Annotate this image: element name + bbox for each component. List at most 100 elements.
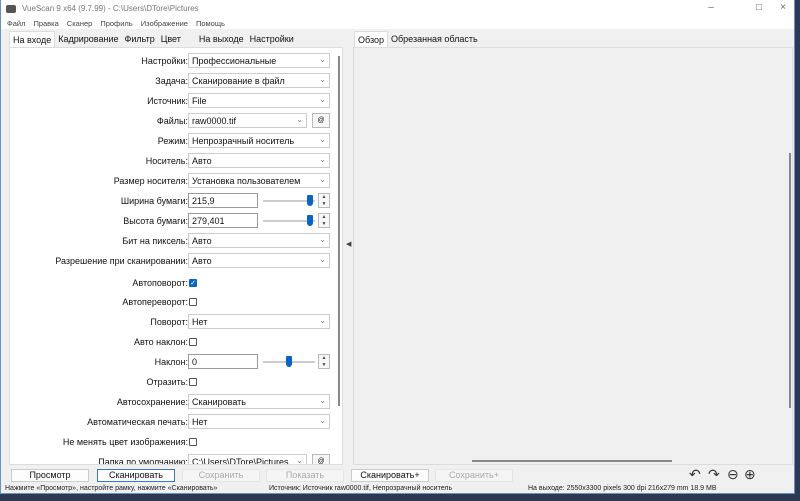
media-value: Авто — [192, 156, 212, 166]
tab-preview[interactable]: Обзор — [354, 31, 388, 47]
autoflip-checkbox[interactable] — [189, 298, 197, 306]
save-button[interactable]: Сохранить — [182, 469, 260, 482]
skew-slider[interactable] — [263, 356, 315, 367]
resolution-label: Разрешение при сканировании: — [55, 256, 188, 266]
settings-label: Настройки: — [141, 56, 188, 66]
row-default-folder: Папка по умолчанию: C:\Users\DTore\Pictur… — [10, 454, 340, 464]
scan-plus-button[interactable]: Сканировать+ — [351, 469, 429, 482]
task-select[interactable]: Сканирование в файл ⌄ — [188, 73, 330, 88]
chevron-down-icon: ⌄ — [319, 235, 326, 244]
preview-button[interactable]: Просмотр — [11, 469, 89, 482]
tab-cropped[interactable]: Обрезанная область — [388, 31, 481, 47]
autoskew-checkbox[interactable] — [189, 338, 197, 346]
skew-input[interactable]: 0 — [188, 354, 258, 369]
close-icon[interactable]: × — [773, 2, 793, 13]
keep-color-checkbox[interactable] — [189, 438, 197, 446]
row-files: Файлы: raw0000.tif ⌄ @ — [10, 113, 340, 129]
autosave-select[interactable]: Сканировать ⌄ — [188, 394, 330, 409]
chevron-down-icon: ⌄ — [319, 155, 326, 164]
row-autorotate: Автоповорот: ✓ — [10, 275, 340, 291]
tab-filter[interactable]: Фильтр — [121, 31, 157, 47]
row-autoflip: Автопереворот: — [10, 294, 340, 310]
resolution-select[interactable]: Авто ⌄ — [188, 253, 330, 268]
row-rotation: Поворот: Нет ⌄ — [10, 314, 340, 330]
tab-output[interactable]: На выходе — [196, 31, 247, 47]
default-folder-browse-button[interactable]: @ — [312, 454, 330, 464]
paper-height-label: Высота бумаги: — [123, 216, 188, 226]
menu-profile[interactable]: Профиль — [100, 19, 132, 28]
source-value: File — [192, 96, 207, 106]
left-scrollbar[interactable] — [338, 56, 340, 406]
menu-edit[interactable]: Правка — [33, 19, 58, 28]
bits-label: Бит на пиксель: — [122, 236, 188, 246]
row-paper-height: Высота бумаги: 279,401 ▲ ▼ — [10, 213, 340, 229]
autorotate-checkbox[interactable]: ✓ — [189, 279, 197, 287]
slider-thumb[interactable] — [306, 195, 313, 206]
menu-help[interactable]: Помощь — [196, 19, 225, 28]
tab-crop[interactable]: Кадрирование — [55, 31, 121, 47]
preview-vertical-scrollbar[interactable] — [789, 153, 791, 408]
menu-file[interactable]: Файл — [7, 19, 25, 28]
paper-width-spinner[interactable]: ▲ ▼ — [318, 193, 330, 208]
menu-scanner[interactable]: Сканер — [67, 19, 93, 28]
autoprint-select[interactable]: Нет ⌄ — [188, 414, 330, 429]
paper-height-spinner[interactable]: ▲ ▼ — [318, 213, 330, 228]
paper-height-slider[interactable] — [263, 215, 315, 226]
rotation-label: Поворот: — [150, 317, 188, 327]
scan-button[interactable]: Сканировать — [97, 469, 175, 482]
files-browse-button[interactable]: @ — [312, 113, 330, 128]
row-mirror: Отразить: — [10, 374, 340, 390]
rotation-value: Нет — [192, 317, 208, 327]
tab-color[interactable]: Цвет — [158, 31, 184, 47]
default-folder-select[interactable]: C:\Users\DTore\Pictures ⌄ — [188, 454, 307, 464]
collapse-arrow-icon[interactable]: ◀ — [346, 240, 351, 248]
row-skew: Наклон: 0 ▲ ▼ — [10, 354, 340, 370]
source-select[interactable]: File ⌄ — [188, 93, 330, 108]
files-value: raw0000.tif — [192, 116, 237, 126]
rotation-select[interactable]: Нет ⌄ — [188, 314, 330, 329]
row-autoprint: Автоматическая печать: Нет ⌄ — [10, 414, 340, 430]
preview-horizontal-scrollbar[interactable] — [472, 460, 672, 462]
files-label: Файлы: — [156, 116, 188, 126]
media-size-select[interactable]: Установка пользователем ⌄ — [188, 173, 330, 188]
row-keep-color: Не менять цвет изображения: — [10, 434, 340, 450]
rotate-right-icon[interactable]: ↷ — [708, 466, 720, 483]
chevron-down-icon: ⌄ — [319, 396, 326, 405]
keep-color-label: Не менять цвет изображения: — [62, 437, 188, 447]
autosave-value: Сканировать — [192, 397, 246, 407]
show-button[interactable]: Показать — [266, 469, 344, 482]
source-label: Источник: — [147, 96, 188, 106]
slider-thumb[interactable] — [286, 356, 292, 367]
autorotate-label: Автоповорот: — [132, 278, 188, 288]
save-plus-button[interactable]: Сохранить+ — [435, 469, 513, 482]
zoom-in-icon[interactable]: ⊕ — [744, 466, 756, 483]
chevron-down-icon: ⌄ — [319, 255, 326, 264]
files-select[interactable]: raw0000.tif ⌄ — [188, 113, 307, 128]
row-task: Задача: Сканирование в файл ⌄ — [10, 73, 340, 89]
media-select[interactable]: Авто ⌄ — [188, 153, 330, 168]
tab-prefs[interactable]: Настройки — [247, 31, 297, 47]
window-title: VueScan 9 x64 (9.7.99) - C:\Users\DTore\… — [22, 4, 199, 13]
paper-height-input[interactable]: 279,401 — [188, 213, 258, 228]
maximize-icon[interactable]: □ — [749, 2, 769, 13]
menu-bar: Файл Правка Сканер Профиль Изображение П… — [1, 17, 794, 29]
mirror-label: Отразить: — [146, 377, 189, 387]
chevron-down-icon: ⌄ — [319, 316, 326, 325]
skew-spinner[interactable]: ▲ ▼ — [318, 354, 330, 369]
bits-select[interactable]: Авто ⌄ — [188, 233, 330, 248]
status-source: Источник: Источник raw0000.tif, Непрозра… — [269, 485, 453, 492]
minimize-icon[interactable]: – — [701, 2, 721, 13]
autoskew-label: Авто наклон: — [134, 337, 188, 347]
chevron-down-icon: ⌄ — [296, 115, 303, 124]
paper-width-slider[interactable] — [263, 195, 315, 206]
input-settings-panel: Настройки: Профессиональные ⌄ Задача: Сканир… — [9, 47, 343, 465]
mirror-checkbox[interactable] — [189, 378, 197, 386]
mode-select[interactable]: Непрозрачный носитель ⌄ — [188, 133, 330, 148]
settings-select[interactable]: Профессиональные ⌄ — [188, 53, 330, 68]
slider-thumb[interactable] — [306, 215, 313, 226]
menu-image[interactable]: Изображение — [141, 19, 188, 28]
tab-input[interactable]: На входе — [9, 31, 56, 47]
rotate-left-icon[interactable]: ↶ — [689, 466, 701, 483]
paper-width-input[interactable]: 215,9 — [188, 193, 258, 208]
zoom-out-icon[interactable]: ⊖ — [727, 466, 739, 483]
